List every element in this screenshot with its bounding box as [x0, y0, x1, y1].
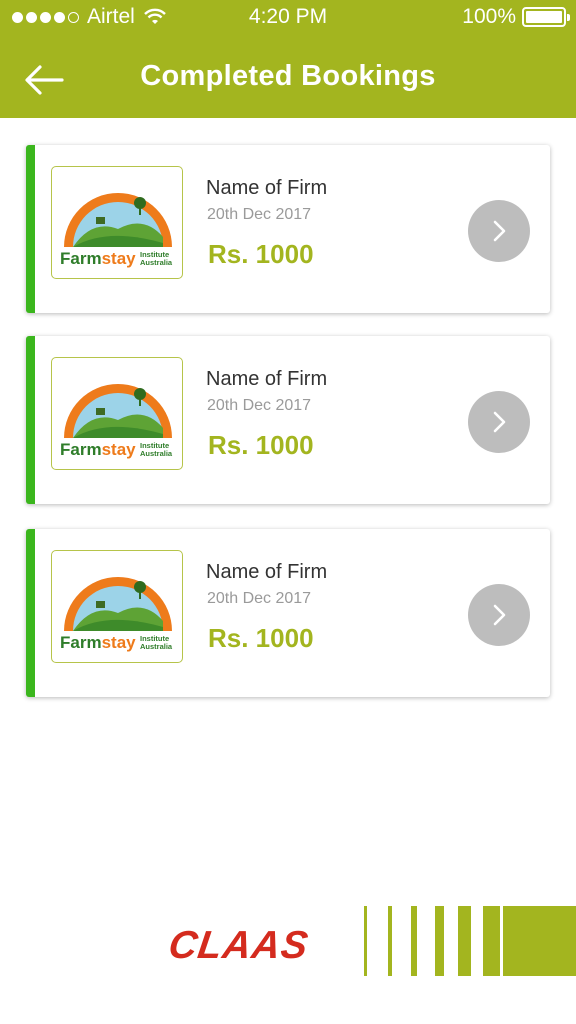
firm-name: Name of Firm [206, 368, 328, 390]
booking-price: Rs. 1000 [208, 430, 314, 460]
booking-date: 20th Dec 2017 [207, 590, 312, 607]
booking-price: Rs. 1000 [208, 623, 314, 653]
view-booking-button[interactable] [468, 584, 530, 646]
firm-name: Name of Firm [206, 177, 328, 199]
svg-text:Farmstay: Farmstay [60, 440, 136, 459]
app-header: Airtel 4:20 PM 100% Completed Bookings [0, 0, 576, 118]
svg-text:Farmstay: Farmstay [60, 249, 136, 268]
svg-text:Farmstay: Farmstay [60, 633, 136, 652]
booking-date: 20th Dec 2017 [207, 206, 312, 223]
status-bar: Airtel 4:20 PM 100% [0, 0, 576, 34]
svg-text:Australia: Australia [140, 258, 173, 267]
view-booking-button[interactable] [468, 391, 530, 453]
booking-card[interactable]: Farmstay Institute Australia Name of Fir… [26, 145, 550, 313]
status-right: 100% [462, 5, 570, 29]
view-booking-button[interactable] [468, 200, 530, 262]
farmstay-logo: Farmstay Institute Australia [51, 357, 183, 470]
svg-text:Australia: Australia [140, 449, 173, 458]
chevron-right-icon [493, 411, 506, 433]
battery-icon [522, 7, 570, 27]
nav-bar: Completed Bookings [0, 34, 576, 118]
booking-card[interactable]: Farmstay Institute Australia Name of Fir… [26, 336, 550, 504]
brand-stripes [364, 906, 576, 976]
svg-text:Australia: Australia [140, 642, 173, 651]
chevron-right-icon [493, 220, 506, 242]
chevron-right-icon [493, 604, 506, 626]
claas-logo: CLAAS [170, 924, 311, 964]
booking-card[interactable]: Farmstay Institute Australia Name of Fir… [26, 529, 550, 697]
page-title: Completed Bookings [140, 60, 436, 92]
battery-percent: 100% [462, 5, 516, 28]
firm-name: Name of Firm [206, 561, 328, 583]
farmstay-logo: Farmstay Institute Australia [51, 550, 183, 663]
booking-price: Rs. 1000 [208, 239, 314, 269]
svg-text:CLAAS: CLAAS [170, 924, 311, 964]
booking-date: 20th Dec 2017 [207, 397, 312, 414]
farmstay-logo: Farmstay Institute Australia [51, 166, 183, 279]
